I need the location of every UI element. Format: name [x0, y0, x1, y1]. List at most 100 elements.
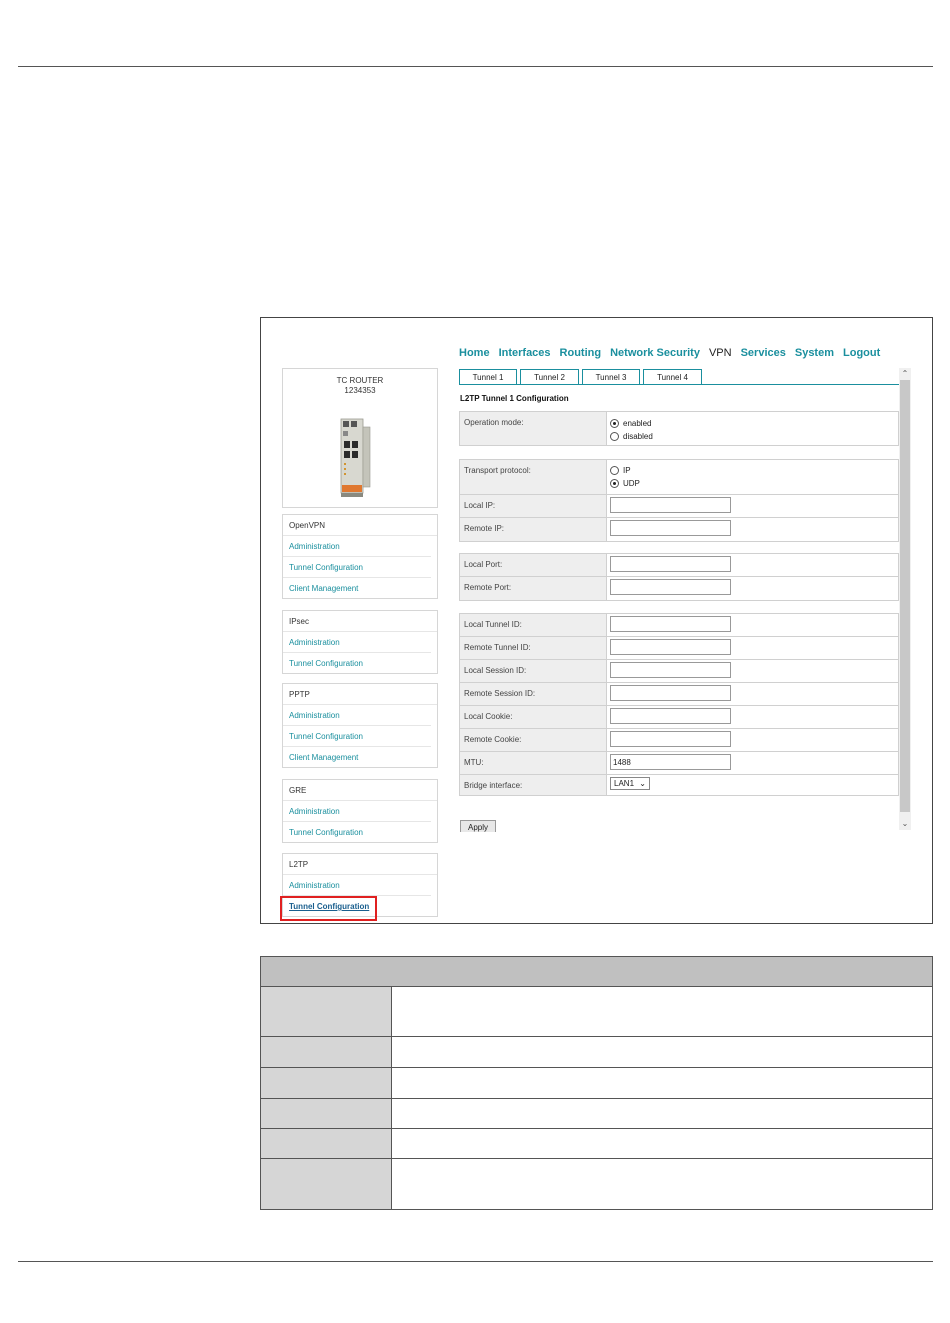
menu-pptp: PPTP Administration Tunnel Configuration…	[282, 683, 438, 768]
radio-enabled-label: enabled	[623, 419, 652, 428]
radio-ip[interactable]	[610, 466, 619, 475]
ports-table: Local Port: Remote Port:	[459, 553, 899, 601]
router-device-image	[340, 418, 371, 497]
remote-tunnel-id-row: Remote Tunnel ID:	[460, 637, 898, 660]
tunnel-session-table: Local Tunnel ID: Remote Tunnel ID: Local…	[459, 613, 899, 796]
tab-tunnel-3[interactable]: Tunnel 3	[582, 369, 640, 385]
local-cookie-label: Local Cookie:	[460, 706, 607, 728]
scroll-down-icon[interactable]: ⌄	[899, 818, 911, 830]
nav-home[interactable]: Home	[459, 347, 490, 359]
remote-session-id-label: Remote Session ID:	[460, 683, 607, 705]
local-ip-input[interactable]	[610, 497, 731, 513]
footer-rule	[18, 1261, 933, 1262]
local-port-label: Local Port:	[460, 554, 607, 576]
device-serial: 1234353	[344, 386, 376, 395]
remote-ip-label: Remote IP:	[460, 518, 607, 541]
remote-session-id-row: Remote Session ID:	[460, 683, 898, 706]
ipsec-tunnel-configuration-link[interactable]: Tunnel Configuration	[283, 653, 431, 673]
operation-mode-row: Operation mode: enabled disabled	[460, 412, 898, 445]
remote-tunnel-id-input[interactable]	[610, 639, 731, 655]
tab-tunnel-2[interactable]: Tunnel 2	[520, 369, 579, 385]
remote-port-label: Remote Port:	[460, 577, 607, 600]
tunnel-tabs: Tunnel 1 Tunnel 2 Tunnel 3 Tunnel 4	[459, 369, 702, 385]
pptp-client-management-link[interactable]: Client Management	[283, 747, 431, 767]
section-title: L2TP Tunnel 1 Configuration	[460, 394, 569, 403]
radio-disabled-label: disabled	[623, 432, 653, 441]
radio-udp[interactable]	[610, 479, 619, 488]
remote-session-id-input[interactable]	[610, 685, 731, 701]
radio-disabled[interactable]	[610, 432, 619, 441]
scrollbar-thumb[interactable]	[900, 380, 910, 812]
remote-ip-input[interactable]	[610, 520, 731, 536]
header-rule	[18, 66, 933, 67]
ipsec-administration-link[interactable]: Administration	[283, 632, 431, 653]
gre-tunnel-configuration-link[interactable]: Tunnel Configuration	[283, 822, 431, 842]
highlight-box	[280, 896, 377, 921]
remote-cookie-input[interactable]	[610, 731, 731, 747]
nav-logout[interactable]: Logout	[843, 347, 880, 359]
reference-table-row	[261, 1099, 932, 1129]
local-port-input[interactable]	[610, 556, 731, 572]
operation-mode-label: Operation mode:	[460, 412, 607, 445]
menu-ipsec-head: IPsec	[283, 611, 437, 632]
remote-port-input[interactable]	[610, 579, 731, 595]
operation-mode-disabled-option[interactable]: disabled	[610, 430, 895, 443]
nav-system[interactable]: System	[795, 347, 834, 359]
operation-mode-table: Operation mode: enabled disabled	[459, 411, 899, 446]
local-port-row: Local Port:	[460, 554, 898, 577]
reference-table-header	[261, 957, 932, 987]
nav-vpn[interactable]: VPN	[709, 347, 732, 359]
remote-tunnel-id-label: Remote Tunnel ID:	[460, 637, 607, 659]
tab-tunnel-4[interactable]: Tunnel 4	[643, 369, 702, 385]
pptp-tunnel-configuration-link[interactable]: Tunnel Configuration	[283, 726, 431, 747]
openvpn-administration-link[interactable]: Administration	[283, 536, 431, 557]
local-tunnel-id-row: Local Tunnel ID:	[460, 614, 898, 637]
openvpn-client-management-link[interactable]: Client Management	[283, 578, 431, 598]
reference-table-row	[261, 987, 932, 1037]
transport-label: Transport protocol:	[460, 460, 607, 494]
remote-ip-row: Remote IP:	[460, 518, 898, 541]
local-session-id-input[interactable]	[610, 662, 731, 678]
scrollbar[interactable]: ⌃ ⌄	[899, 368, 911, 830]
local-cookie-input[interactable]	[610, 708, 731, 724]
reference-table-row	[261, 1129, 932, 1159]
gre-administration-link[interactable]: Administration	[283, 801, 431, 822]
menu-openvpn: OpenVPN Administration Tunnel Configurat…	[282, 514, 438, 599]
main-nav: Home Interfaces Routing Network Security…	[459, 347, 880, 359]
local-ip-row: Local IP:	[460, 495, 898, 518]
mtu-input[interactable]	[610, 754, 731, 770]
radio-ip-label: IP	[623, 466, 631, 475]
radio-udp-label: UDP	[623, 479, 640, 488]
radio-enabled[interactable]	[610, 419, 619, 428]
scroll-up-icon[interactable]: ⌃	[899, 368, 911, 380]
local-cookie-row: Local Cookie:	[460, 706, 898, 729]
local-tunnel-id-input[interactable]	[610, 616, 731, 632]
nav-interfaces[interactable]: Interfaces	[499, 347, 551, 359]
mtu-row: MTU:	[460, 752, 898, 775]
remote-port-row: Remote Port:	[460, 577, 898, 600]
operation-mode-enabled-option[interactable]: enabled	[610, 417, 895, 430]
bridge-interface-row: Bridge interface: LAN1 ⌄	[460, 775, 898, 795]
remote-cookie-label: Remote Cookie:	[460, 729, 607, 751]
apply-button[interactable]: Apply	[460, 820, 496, 832]
tab-underline	[459, 384, 899, 385]
transport-ip-option[interactable]: IP	[610, 464, 895, 477]
nav-services[interactable]: Services	[741, 347, 786, 359]
menu-gre: GRE Administration Tunnel Configuration	[282, 779, 438, 843]
local-tunnel-id-label: Local Tunnel ID:	[460, 614, 607, 636]
pptp-administration-link[interactable]: Administration	[283, 705, 431, 726]
transport-udp-option[interactable]: UDP	[610, 477, 895, 490]
menu-ipsec: IPsec Administration Tunnel Configuratio…	[282, 610, 438, 674]
reference-table	[260, 956, 933, 1210]
openvpn-tunnel-configuration-link[interactable]: Tunnel Configuration	[283, 557, 431, 578]
bridge-interface-select[interactable]: LAN1 ⌄	[610, 777, 650, 790]
remote-cookie-row: Remote Cookie:	[460, 729, 898, 752]
nav-routing[interactable]: Routing	[560, 347, 602, 359]
nav-network-security[interactable]: Network Security	[610, 347, 700, 359]
menu-pptp-head: PPTP	[283, 684, 437, 705]
device-card: TC ROUTER 1234353	[282, 368, 438, 508]
tab-tunnel-1[interactable]: Tunnel 1	[459, 369, 517, 385]
router-web-ui-screenshot: Home Interfaces Routing Network Security…	[260, 317, 933, 924]
l2tp-administration-link[interactable]: Administration	[283, 875, 431, 896]
reference-table-row	[261, 1037, 932, 1068]
